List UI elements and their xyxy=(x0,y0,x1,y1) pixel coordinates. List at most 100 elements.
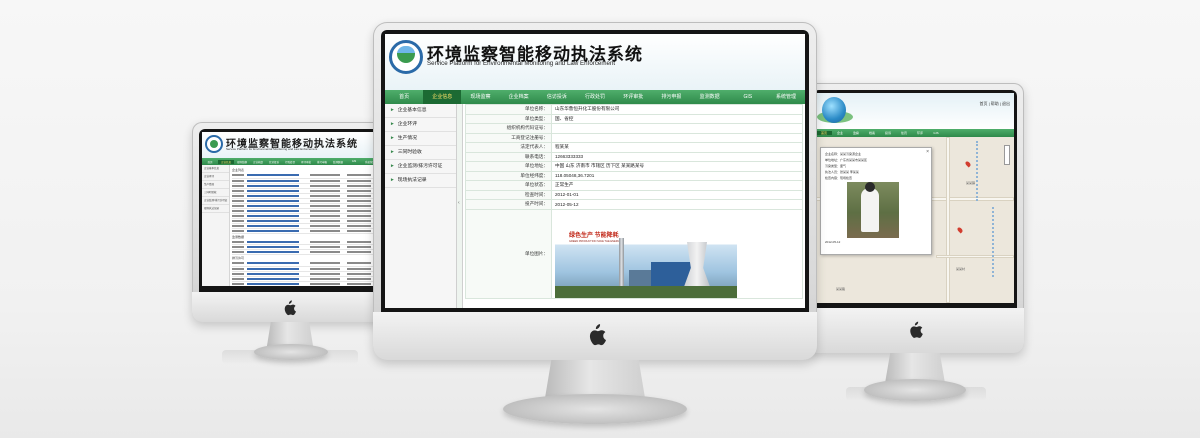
nav-item[interactable]: 环评审批 xyxy=(298,160,314,164)
cell-text-placeholder xyxy=(346,199,371,202)
table-cell xyxy=(310,281,347,286)
cell-text-placeholder xyxy=(310,189,341,192)
cell-text-placeholder xyxy=(232,194,244,197)
cell-text-placeholder xyxy=(346,184,371,187)
popup-footer: 2012-05-12 xyxy=(825,240,841,244)
cell-text-placeholder xyxy=(346,219,371,222)
sidebar-item[interactable]: ► 企业基本信息 xyxy=(385,104,456,118)
inspection-photo[interactable] xyxy=(847,182,899,238)
nav-item[interactable]: 监察 xyxy=(848,131,864,135)
table-row[interactable] xyxy=(232,249,376,255)
photo-ground xyxy=(555,285,737,297)
nav-item[interactable]: 企业信息 xyxy=(218,159,234,164)
nav-item[interactable]: 档案 xyxy=(864,131,880,135)
nav-item[interactable]: 排污申报 xyxy=(314,160,330,164)
nav-item[interactable]: 首页 xyxy=(202,160,218,164)
nav-item[interactable]: 首页 xyxy=(385,90,423,104)
detail-label: 法定代表人： xyxy=(465,142,552,153)
main-navbar: 首页 企业信息 现场监察 企业档案 信访投诉 行政处罚 环评审批 排污申报 监测数据 GIS 系统管… xyxy=(385,90,805,104)
nav-item[interactable]: 环评 xyxy=(912,131,928,135)
nav-item[interactable]: 监测数据 xyxy=(330,160,346,164)
nav-item[interactable]: 现场监察 xyxy=(234,160,250,164)
left-sidebar: 企业基本信息 企业环评 生产情况 三同时验收 企业监测/排污许可证 现场执法记录 xyxy=(202,165,230,286)
right-header-buttons[interactable]: 首页 | 帮助 | 退出 xyxy=(979,101,1010,107)
nav-item[interactable]: 现场监察 xyxy=(461,90,499,104)
nav-item[interactable]: 企业档案 xyxy=(250,160,266,164)
enterprise-photo[interactable]: 绿色生产 节能降耗 GREEN PRODUCTION SAVE THE ENER… xyxy=(555,211,737,297)
cell-text-placeholder xyxy=(246,179,299,182)
sidebar-item[interactable]: ► 企业监测/排污许可证 xyxy=(385,160,456,174)
gis-map[interactable]: 某某镇 某某村 某某路 × 企业名称：某某污染源企业 单位地址：广东省某某市某某… xyxy=(816,137,1014,303)
cell-text-placeholder xyxy=(246,246,299,248)
cell-text-placeholder xyxy=(346,224,371,227)
cell-text-placeholder xyxy=(310,277,341,280)
center-screen: 环境监察智能移动执法系统 Service Platform for Enviro… xyxy=(385,34,805,308)
nav-item[interactable]: 企业信息 xyxy=(423,90,462,104)
nav-item[interactable]: GIS xyxy=(729,90,767,104)
detail-row: 组织机构代码证号： xyxy=(465,123,803,134)
cell-text-placeholder xyxy=(310,246,341,248)
left-imac: 环境监察智能移动执法系统 Service Platform for Enviro… xyxy=(192,122,388,372)
sidebar-item[interactable]: 现场执法记录 xyxy=(202,205,229,213)
close-icon[interactable]: × xyxy=(926,149,929,155)
cell-text-placeholder xyxy=(232,282,244,285)
table-row[interactable] xyxy=(232,228,376,234)
detail-value xyxy=(551,123,803,134)
detail-row: 单位地址： 中国 山东 济南市 市辖区 历下区 某某路某号 xyxy=(465,161,803,172)
nav-item[interactable]: 企业 xyxy=(832,131,848,135)
cell-text-placeholder xyxy=(232,262,244,265)
globe-icon xyxy=(822,97,846,123)
sidebar-item[interactable]: 企业基本信息 xyxy=(202,165,229,173)
nav-item[interactable]: 行政处罚 xyxy=(576,90,614,104)
nav-item[interactable]: 信访投诉 xyxy=(266,160,282,164)
table-cell xyxy=(310,249,347,255)
bullet-arrow-icon: ► xyxy=(390,136,395,141)
nav-item[interactable]: 企业档案 xyxy=(500,90,538,104)
nav-item[interactable]: GIS xyxy=(346,160,362,163)
photo-banner-subtext: GREEN PRODUCTION SAVE THE ENERGY xyxy=(569,239,622,243)
cell-text-placeholder xyxy=(232,184,244,187)
collapse-arrow-icon[interactable]: ‹ xyxy=(458,200,460,206)
table-cell xyxy=(232,281,247,286)
detail-label: 组织机构代码证号： xyxy=(465,123,552,134)
sidebar-item[interactable]: ► 三同时验收 xyxy=(385,146,456,160)
sidebar-item[interactable]: 生产情况 xyxy=(202,181,229,189)
detail-row: 单位状态： 正常生产 xyxy=(465,180,803,191)
table-row[interactable] xyxy=(232,281,376,286)
center-imac: 环境监察智能移动执法系统 Service Platform for Enviro… xyxy=(373,22,817,438)
cell-text-placeholder xyxy=(232,219,244,222)
nav-item[interactable]: GIS xyxy=(928,131,944,135)
detail-value: 118.05048,36.7201 xyxy=(551,170,803,181)
sidebar-item[interactable]: ► 生产情况 xyxy=(385,132,456,146)
nav-item[interactable]: 行政处罚 xyxy=(282,160,298,164)
map-marker-icon[interactable] xyxy=(964,160,972,168)
sidebar-item[interactable]: 三同时验收 xyxy=(202,189,229,197)
map-marker-icon[interactable] xyxy=(956,226,964,234)
map-zoom-control[interactable] xyxy=(1004,145,1010,165)
sidebar-item[interactable]: 企业监测/排污许可证 xyxy=(202,197,229,205)
sidebar-item-label: 企业环评 xyxy=(397,122,417,127)
nav-item[interactable]: 监测数据 xyxy=(691,90,729,104)
sidebar-item[interactable]: ► 现场执法记录 xyxy=(385,174,456,188)
sidebar-item[interactable]: ► 企业环评 xyxy=(385,118,456,132)
nav-item[interactable]: 投诉 xyxy=(880,131,896,135)
nav-item[interactable]: 排污申报 xyxy=(652,90,690,104)
sidebar-splitter[interactable]: ‹ xyxy=(457,104,463,308)
nav-item[interactable]: 信访投诉 xyxy=(538,90,576,104)
cell-text-placeholder xyxy=(232,214,244,217)
sidebar-item[interactable]: 企业环评 xyxy=(202,173,229,181)
nav-item[interactable]: 系统管理 xyxy=(767,90,805,104)
cell-text-placeholder xyxy=(310,209,341,212)
cell-text-placeholder xyxy=(346,214,371,217)
nav-item[interactable]: 环评审批 xyxy=(614,90,652,104)
map-label: 某某村 xyxy=(956,267,966,271)
bullet-arrow-icon: ► xyxy=(390,178,395,183)
detail-row: 工商登记注册号： xyxy=(465,132,803,143)
nav-item[interactable]: 处罚 xyxy=(896,131,912,135)
detail-row: 单位类型： 国、省控 xyxy=(465,113,803,124)
nav-item[interactable]: 首页 xyxy=(816,131,832,135)
detail-label: 检查时间： xyxy=(465,189,552,200)
cell-text-placeholder xyxy=(346,194,371,197)
map-label: 某某路 xyxy=(836,287,846,291)
left-app-subtitle: Service Platform for Environmental Monit… xyxy=(226,147,318,151)
